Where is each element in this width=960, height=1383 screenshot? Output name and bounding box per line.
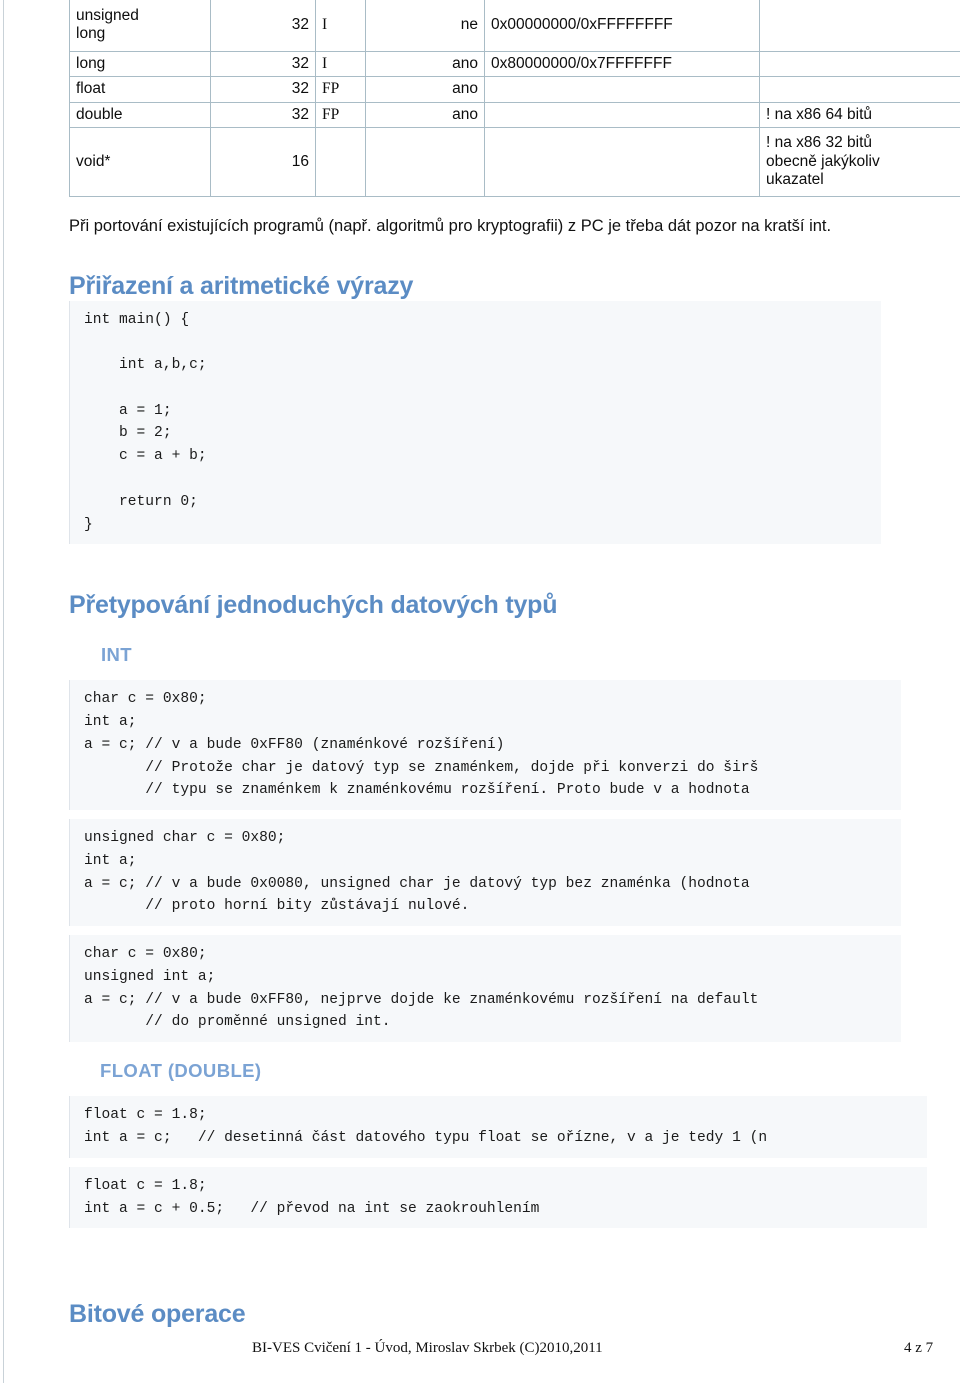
- cell-note: [759, 76, 960, 103]
- cell-type-name: unsigned long: [69, 0, 211, 52]
- code-block-float-truncate: float c = 1.8; int a = c; // desetinná č…: [69, 1096, 927, 1158]
- code-block-int-signed: char c = 0x80; int a; a = c; // v a bude…: [69, 680, 901, 811]
- document-page: unsigned long 32 I ne 0x00000000/0xFFFFF…: [3, 0, 960, 1383]
- cell-signed: ano: [365, 101, 485, 128]
- note-line1: ! na x86 32 bitů: [766, 134, 872, 152]
- code-spacer: [69, 926, 960, 935]
- cell-signed: ne: [365, 0, 485, 52]
- code-block-int-unsigned-int: char c = 0x80; unsigned int a; a = c; //…: [69, 935, 901, 1043]
- page-content: unsigned long 32 I ne 0x00000000/0xFFFFF…: [69, 0, 960, 1329]
- cell-range: [484, 101, 760, 128]
- cell-kind: FP: [315, 76, 366, 103]
- note-line3: ukazatel: [766, 170, 824, 188]
- cell-type-name: double: [69, 101, 211, 128]
- table-row: long 32 I ano 0x80000000/0x7FFFFFFF: [69, 50, 960, 78]
- footer-course-info: BI-VES Cvičení 1 - Úvod, Miroslav Skrbek…: [252, 1340, 603, 1356]
- cell-range: 0x00000000/0xFFFFFFFF: [484, 0, 760, 52]
- cell-size: 32: [210, 101, 316, 128]
- code-spacer: [69, 1158, 960, 1167]
- cell-size: 32: [210, 76, 316, 103]
- cell-size: 32: [210, 50, 316, 78]
- cell-note: ! na x86 32 bitů obecně jakýkoliv ukazat…: [759, 126, 960, 197]
- cell-size: 16: [210, 126, 316, 197]
- table-row: unsigned long 32 I ne 0x00000000/0xFFFFF…: [69, 0, 960, 52]
- subheading-int: INT: [101, 644, 133, 666]
- code-block-int-unsigned-char: unsigned char c = 0x80; int a; a = c; //…: [69, 819, 901, 927]
- cell-kind: FP: [315, 101, 366, 128]
- cell-range: [484, 126, 760, 197]
- footer-page-number: 4 z 7: [904, 1340, 934, 1356]
- cell-note: ! na x86 64 bitů: [759, 101, 960, 128]
- note-line2: obecně jakýkoliv: [766, 152, 880, 170]
- cell-note: [759, 50, 960, 78]
- cell-signed: [365, 126, 485, 197]
- cell-kind: I: [315, 0, 366, 52]
- table-row: float 32 FP ano: [69, 76, 960, 103]
- heading-assignment-arithmetic: Přiřazení a aritmetické výrazy: [69, 271, 414, 300]
- cell-type-name: void*: [69, 126, 211, 197]
- heading-bitwise-operations: Bitové operace: [69, 1300, 246, 1329]
- cell-note: [759, 0, 960, 52]
- table-row: double 32 FP ano ! na x86 64 bitů: [69, 101, 960, 128]
- porting-note-paragraph: Při portování existujících programů (nap…: [69, 216, 832, 235]
- cell-size: 32: [210, 0, 316, 52]
- cell-type-name: float: [69, 76, 211, 103]
- table-row: void* 16 ! na x86 32 bitů obecně jakýkol…: [69, 126, 960, 197]
- heading-type-casting: Přetypování jednoduchých datových typů: [69, 591, 558, 620]
- type-name-line1: unsigned: [76, 6, 139, 24]
- cell-signed: ano: [365, 50, 485, 78]
- datatype-table: unsigned long 32 I ne 0x00000000/0xFFFFF…: [69, 0, 960, 197]
- cell-signed: ano: [365, 76, 485, 103]
- code-block-main: int main() { int a,b,c; a = 1; b = 2; c …: [69, 300, 881, 545]
- type-name-line2: long: [76, 25, 106, 42]
- cell-kind: I: [315, 50, 366, 78]
- cell-type-name: long: [69, 50, 211, 78]
- code-block-float-round: float c = 1.8; int a = c + 0.5; // převo…: [69, 1166, 927, 1229]
- cell-range: [484, 76, 760, 103]
- subheading-float-double: FLOAT (DOUBLE): [100, 1060, 262, 1082]
- cell-kind: [315, 126, 366, 197]
- cell-range: 0x80000000/0x7FFFFFFF: [484, 50, 760, 78]
- code-spacer: [69, 810, 960, 819]
